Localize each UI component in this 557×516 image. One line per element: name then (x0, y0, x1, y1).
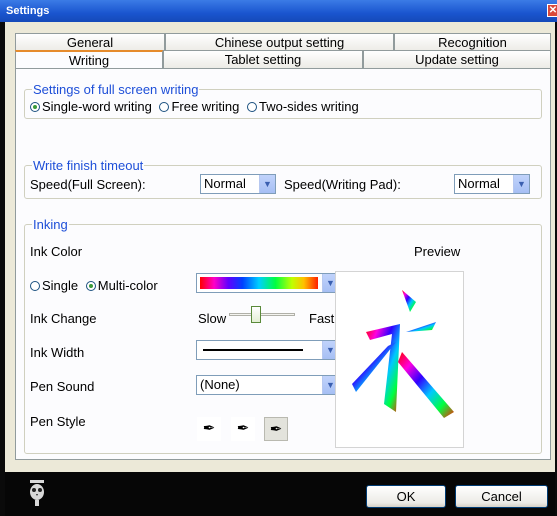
stroke-dot (402, 290, 416, 312)
speed-full-select[interactable]: Normal ▼ (200, 174, 276, 194)
radio-label: Single-word writing (42, 99, 152, 114)
tab-label: Update setting (415, 52, 499, 67)
radio-label: Two-sides writing (259, 99, 359, 114)
line-width-sample (203, 349, 303, 351)
radio-button[interactable] (85, 281, 96, 291)
pen-style-label: Pen Style (30, 414, 86, 429)
timeout-group-title: Write finish timeout (32, 158, 145, 173)
radio-two-sides[interactable]: Two-sides writing (243, 99, 359, 114)
slider-thumb[interactable] (251, 306, 261, 323)
chevron-down-icon[interactable]: ▼ (513, 175, 529, 193)
radio-button[interactable] (30, 102, 40, 112)
close-button[interactable]: ✕ (547, 4, 557, 17)
radio-single-word[interactable]: Single-word writing (30, 99, 152, 114)
tab-label: Writing (68, 53, 110, 68)
radio-multi-color[interactable]: Multi-color (82, 278, 158, 293)
select-value: Normal (204, 176, 246, 191)
tab-label: General (66, 35, 114, 50)
window-title: Settings (6, 5, 50, 17)
speed-pad-label: Speed(Writing Pad): (284, 177, 401, 192)
pen-style-icon: ✒ (236, 420, 250, 437)
ink-change-label: Ink Change (30, 311, 97, 326)
pen-sound-select[interactable]: (None) ▼ (196, 375, 339, 395)
tab-recognition[interactable]: Recognition (394, 33, 551, 51)
dialog-client: General Chinese output setting Recogniti… (5, 22, 555, 516)
color-gradient-swatch (200, 277, 318, 289)
tab-chinese-output[interactable]: Chinese output setting (165, 33, 394, 51)
tab-tablet[interactable]: Tablet setting (163, 50, 363, 68)
ink-color-label: Ink Color (30, 244, 83, 259)
ink-width-select[interactable]: ▼ (196, 340, 339, 360)
stroke-right (398, 352, 454, 418)
radio-button[interactable] (247, 102, 257, 112)
title-bar: Settings ✕ (0, 0, 557, 22)
tab-update[interactable]: Update setting (363, 50, 551, 68)
slider-track[interactable] (229, 313, 295, 316)
fullscreen-group-title: Settings of full screen writing (32, 82, 200, 97)
ink-change-slider[interactable] (229, 304, 295, 326)
pen-style-2-button[interactable]: ✒ (231, 417, 255, 441)
chevron-down-icon[interactable]: ▼ (259, 175, 275, 193)
tab-label: Chinese output setting (214, 35, 345, 50)
fullscreen-group: Settings of full screen writing Single-w… (24, 82, 542, 119)
close-icon: ✕ (548, 5, 557, 16)
radio-label: Free writing (171, 99, 240, 114)
ink-color-select[interactable]: ▼ (196, 273, 339, 293)
tab-label: Tablet setting (224, 52, 302, 67)
radio-label: Single (42, 278, 79, 293)
pen-style-icon: ✒ (269, 421, 283, 438)
color-mode-options: Single Multi-color (30, 278, 158, 293)
speed-full-label: Speed(Full Screen): (30, 177, 146, 192)
select-value: Normal (458, 176, 500, 191)
pen-style-icon: ✒ (202, 420, 216, 437)
ok-button[interactable]: OK (366, 485, 446, 508)
cancel-button[interactable]: Cancel (455, 485, 548, 508)
pen-style-1-button[interactable]: ✒ (197, 417, 221, 441)
tab-writing[interactable]: Writing (15, 50, 163, 68)
radio-button[interactable] (30, 281, 40, 291)
tab-general[interactable]: General (15, 33, 165, 51)
speed-pad-select[interactable]: Normal ▼ (454, 174, 530, 194)
radio-free-writing[interactable]: Free writing (155, 99, 239, 114)
ink-preview-box (335, 271, 464, 448)
slow-label: Slow (198, 311, 227, 326)
inking-group-title: Inking (32, 217, 69, 232)
pen-sound-label: Pen Sound (30, 379, 95, 394)
settings-window: Settings ✕ General Chinese output settin… (0, 0, 557, 516)
fast-label: Fast (309, 311, 335, 326)
radio-button[interactable] (159, 102, 170, 112)
fullscreen-options: Single-word writing Free writing Two-sid… (30, 99, 359, 114)
tab-label: Recognition (438, 35, 507, 50)
writing-panel: Settings of full screen writing Single-w… (15, 68, 551, 460)
tab-row-top: General Chinese output setting Recogniti… (15, 33, 551, 51)
ink-width-label: Ink Width (30, 345, 85, 360)
radio-single-color[interactable]: Single (30, 278, 78, 293)
pen-style-3-button[interactable]: ✒ (264, 417, 288, 441)
radio-label: Multi-color (97, 278, 158, 293)
preview-label: Preview (414, 244, 461, 259)
stroke-upper-right (406, 322, 436, 332)
tab-row-bottom: Writing Tablet setting Update setting (15, 50, 551, 68)
select-value: (None) (200, 377, 240, 392)
owl-icon (30, 480, 44, 506)
ink-preview-canvas (352, 290, 454, 418)
